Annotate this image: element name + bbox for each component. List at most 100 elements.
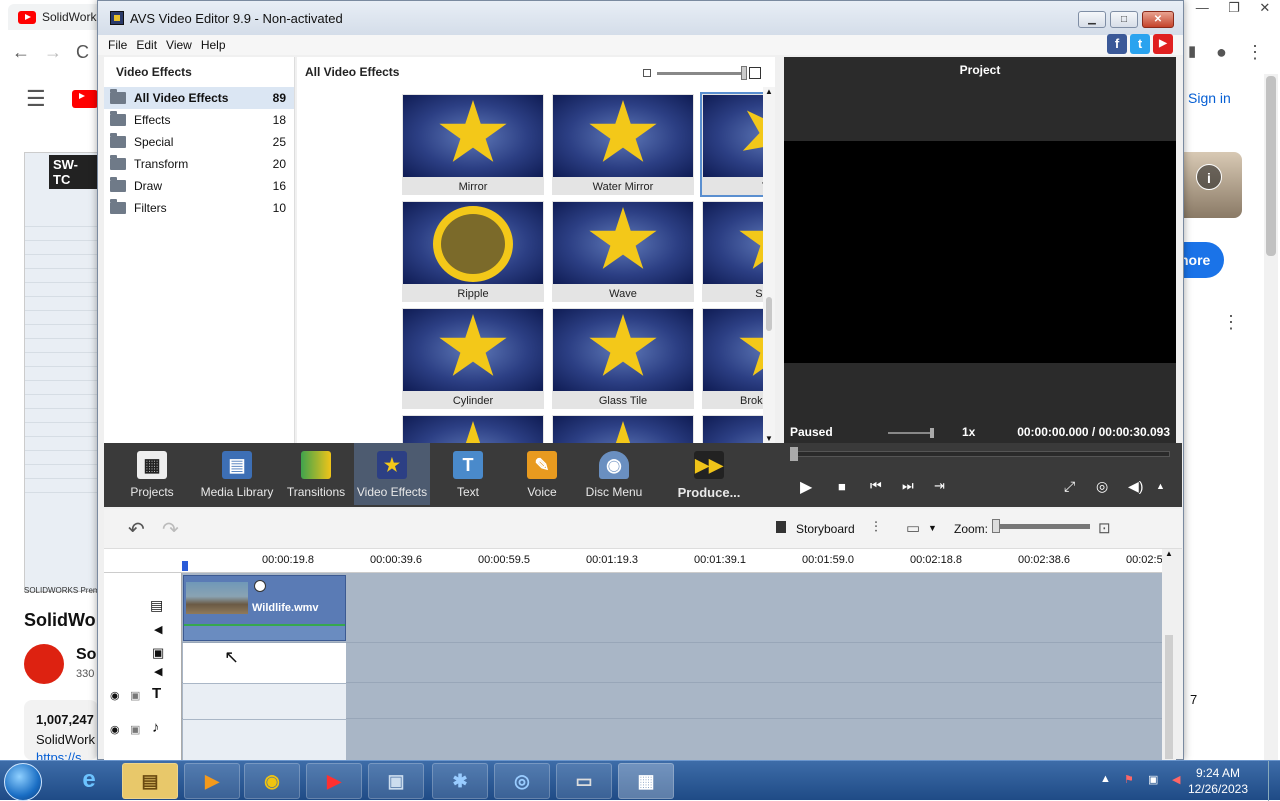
timeline-ruler[interactable]: 00:00:19.8 00:00:39.6 00:00:59.5 00:01:1… <box>104 549 1163 573</box>
overlay-track-area[interactable] <box>183 643 346 683</box>
playback-speed-slider[interactable] <box>888 428 934 438</box>
flag-icon[interactable]: ⚑ <box>1124 773 1134 786</box>
close-button[interactable]: ✕ <box>1142 11 1174 28</box>
volume-icon[interactable]: ◀) <box>1128 478 1143 495</box>
chrome-icon[interactable]: ◉ <box>244 763 300 799</box>
snowflake-app-icon[interactable]: ✱ <box>432 763 488 799</box>
browser-restore-icon[interactable]: ❐ <box>1228 0 1240 18</box>
reload-icon[interactable]: C <box>76 42 89 63</box>
browser-scrollbar[interactable] <box>1264 74 1278 760</box>
menu-file[interactable]: File <box>108 38 127 52</box>
media-player-icon[interactable]: ▶ <box>184 763 240 799</box>
snapshot-icon[interactable]: ◎ <box>1096 478 1108 495</box>
youtube-social-icon[interactable]: ▶ <box>1153 34 1173 54</box>
youtube-logo-icon[interactable] <box>72 90 98 108</box>
effect-tile-water-mirror[interactable]: Water Mirror <box>552 94 694 195</box>
effect-tile-partial[interactable] <box>402 415 544 443</box>
category-draw[interactable]: Draw 16 <box>104 175 294 197</box>
display-dropdown-icon[interactable]: ▼ <box>928 523 937 533</box>
menu-view[interactable]: View <box>166 38 192 52</box>
volume-dropdown-icon[interactable]: ▲ <box>1156 481 1165 491</box>
undo-icon[interactable]: ↶ <box>128 517 145 542</box>
playhead-marker[interactable] <box>182 561 188 571</box>
clip-audio[interactable] <box>184 624 345 640</box>
network-app-icon[interactable]: ▣ <box>368 763 424 799</box>
tray-expand-icon[interactable]: ▲ <box>1100 773 1111 785</box>
small-thumbnails-icon[interactable] <box>643 69 651 77</box>
more-options-icon[interactable]: ⋮ <box>1222 312 1240 333</box>
video-effects-button[interactable]: ★ Video Effects <box>354 443 430 505</box>
effects-scrollbar[interactable]: ▲ ▼ <box>763 87 775 443</box>
large-thumbnails-icon[interactable] <box>749 67 761 79</box>
previous-frame-icon[interactable]: ⏮ <box>870 478 882 494</box>
facebook-icon[interactable]: f <box>1107 34 1127 54</box>
effect-tile-cylinder[interactable]: Cylinder <box>402 308 544 409</box>
system-clock[interactable]: 9:24 AM 12/26/2023 <box>1188 765 1248 797</box>
browser-tab[interactable]: SolidWork <box>8 4 104 30</box>
volume-mute-icon[interactable]: ◀ <box>1172 773 1180 786</box>
projects-button[interactable]: ▦ Projects <box>114 443 190 505</box>
play-icon[interactable]: ▶ <box>800 477 812 497</box>
show-desktop-button[interactable] <box>1268 761 1280 801</box>
menu-help[interactable]: Help <box>201 38 226 52</box>
menu-edit[interactable]: Edit <box>136 38 157 52</box>
effect-tile-partial[interactable] <box>552 415 694 443</box>
display-icon[interactable]: ▭ <box>906 519 920 537</box>
next-frame-icon[interactable]: ⏭ <box>902 478 914 494</box>
seek-bar[interactable] <box>790 447 1170 461</box>
channel-name[interactable]: So <box>76 646 96 664</box>
redo-icon[interactable]: ↷ <box>162 517 179 542</box>
text-button[interactable]: T Text <box>430 443 506 505</box>
category-special[interactable]: Special 25 <box>104 131 294 153</box>
storyboard-button[interactable]: Storyboard <box>796 522 855 536</box>
category-effects[interactable]: Effects 18 <box>104 109 294 131</box>
split-icon[interactable]: ⇥ <box>934 478 945 494</box>
timeline-scrollbar[interactable]: ▲ <box>1162 549 1176 761</box>
start-button[interactable] <box>4 763 42 801</box>
sign-in-button[interactable]: Sign in <box>1188 90 1231 106</box>
twitter-icon[interactable]: t <box>1130 34 1150 54</box>
eyes-app-icon[interactable]: ◎ <box>494 763 550 799</box>
info-icon[interactable]: i <box>1196 164 1222 190</box>
timeline-zoom-slider[interactable] <box>994 524 1090 529</box>
voice-button[interactable]: ✎ Voice <box>504 443 580 505</box>
scroll-down-icon[interactable]: ▼ <box>765 434 773 443</box>
text-track-area[interactable] <box>183 684 346 719</box>
browser-close-icon[interactable]: ✕ <box>1259 0 1270 18</box>
effect-tile-glass-tile[interactable]: Glass Tile <box>552 308 694 409</box>
browser-minimize-icon[interactable]: — <box>1196 0 1209 18</box>
menu-icon[interactable]: ☰ <box>26 86 46 112</box>
maximize-button[interactable]: □ <box>1110 11 1138 28</box>
lock-icon[interactable]: ▣ <box>130 723 140 736</box>
visibility-icon[interactable]: ◉ <box>110 723 120 736</box>
forward-icon[interactable]: → <box>44 42 62 63</box>
audio-mixer-icon[interactable]: ⫶ <box>874 519 878 536</box>
internet-explorer-icon[interactable]: e <box>60 763 118 799</box>
audio-track-area[interactable] <box>183 720 346 761</box>
title-bar[interactable]: AVS Video Editor 9.9 - Non-activated <box>98 1 1183 35</box>
produce-button[interactable]: ▶▶ Produce... <box>664 443 754 505</box>
thumbnail-size-slider[interactable] <box>643 66 761 80</box>
network-icon[interactable]: ▣ <box>1148 773 1158 786</box>
video-thumbnail[interactable]: SW-TC <box>24 152 98 592</box>
channel-avatar[interactable] <box>24 644 64 684</box>
lock-icon[interactable]: ▣ <box>130 689 140 702</box>
kebab-icon[interactable]: ⋮ <box>1246 42 1264 63</box>
profile-icon[interactable]: ● <box>1216 42 1227 63</box>
effect-tile-ripple[interactable]: Ripple <box>402 201 544 302</box>
scroll-up-icon[interactable]: ▲ <box>1165 549 1173 558</box>
avs-video-editor-taskbar-icon[interactable]: ▦ <box>618 763 674 799</box>
mute-icon[interactable]: ◀ <box>154 623 162 636</box>
file-explorer-icon[interactable]: ▤ <box>122 763 178 799</box>
category-filters[interactable]: Filters 10 <box>104 197 294 219</box>
category-transform[interactable]: Transform 20 <box>104 153 294 175</box>
storyboard-icon[interactable] <box>776 521 786 533</box>
clip-effect-icon[interactable] <box>254 580 266 592</box>
youtube-app-icon[interactable]: ▶ <box>306 763 362 799</box>
side-panel-icon[interactable]: ▮ <box>1188 42 1196 60</box>
video-clip[interactable]: Wildlife.wmv <box>183 575 346 641</box>
fullscreen-icon[interactable]: ⤢ <box>1064 478 1075 495</box>
visibility-icon[interactable]: ◉ <box>110 689 120 702</box>
effect-tile-mirror[interactable]: Mirror <box>402 94 544 195</box>
scroll-up-icon[interactable]: ▲ <box>765 87 773 96</box>
